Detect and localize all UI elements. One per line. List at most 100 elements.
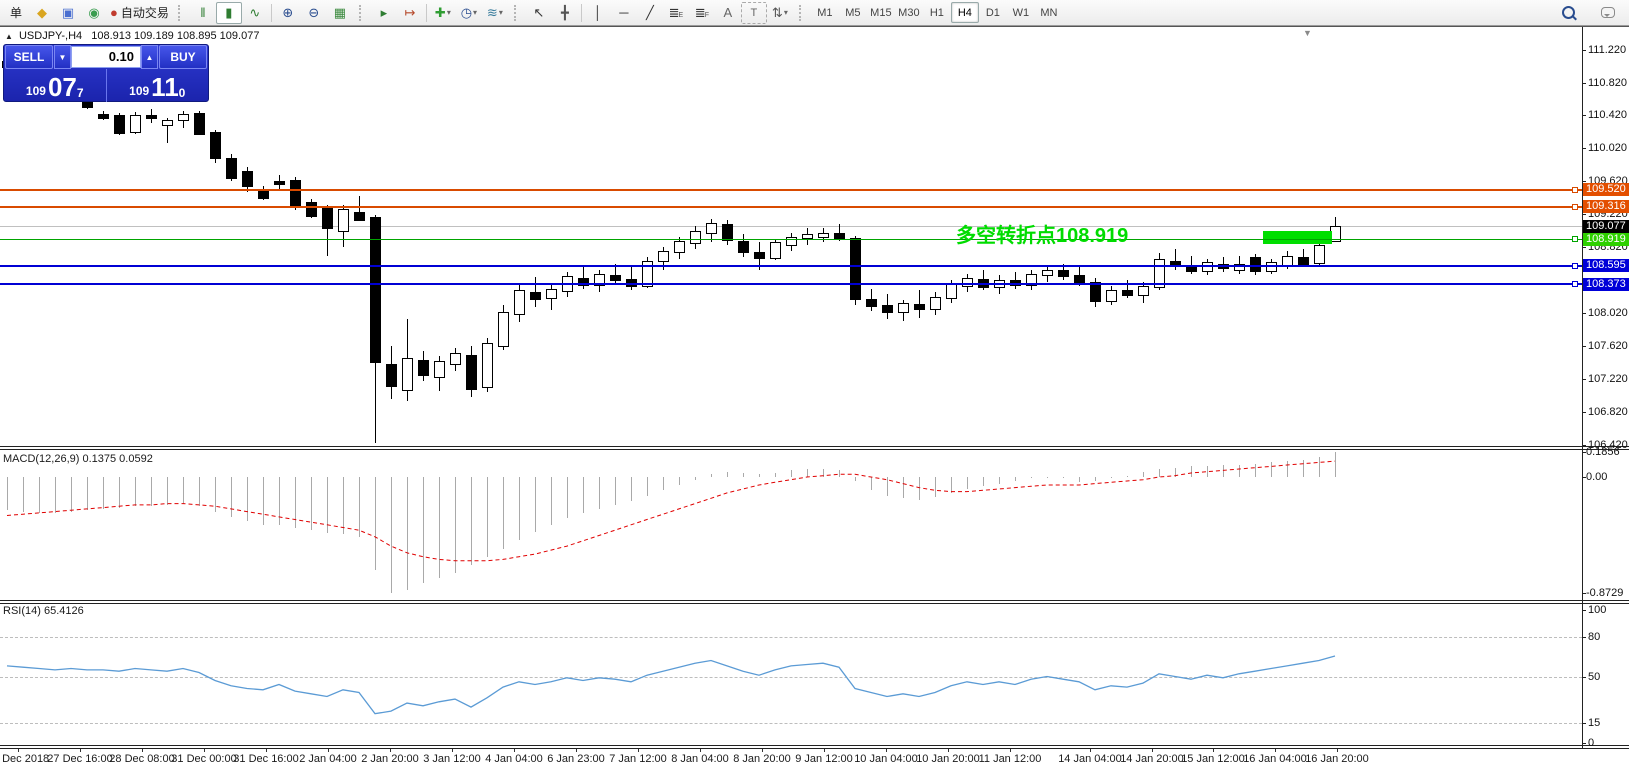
volume-decrease-button[interactable]: ▼ xyxy=(54,45,71,69)
horizontal-line-108.373 xyxy=(0,283,1582,285)
timeframe-button-M1[interactable]: M1 xyxy=(811,2,839,23)
macd-histogram-bar xyxy=(359,477,360,537)
ingot-icon[interactable]: ◆ xyxy=(29,2,55,24)
tile-windows-button[interactable]: ▦ xyxy=(327,2,353,24)
macd-label: MACD(12,26,9) 0.1375 0.0592 xyxy=(3,453,153,465)
macd-histogram-bar xyxy=(1319,457,1320,477)
pane-splitter-main-macd[interactable] xyxy=(0,446,1629,450)
zoom-in-button[interactable]: ⊕ xyxy=(275,2,301,24)
one-click-trading-panel: SELL ▼ 0.10 ▲ BUY 109077 109110 xyxy=(3,44,209,102)
price-tick-mark xyxy=(1582,379,1586,380)
rsi-level-line-50 xyxy=(0,677,1582,678)
template-button[interactable]: ≋▾ xyxy=(482,2,508,24)
price-axis-border xyxy=(1582,27,1583,749)
vertical-line-tool-button[interactable]: │ xyxy=(585,2,611,24)
text-label-tool-button[interactable]: T xyxy=(741,2,767,24)
new-order-button[interactable]: 单 xyxy=(3,2,29,24)
bar-chart-button[interactable]: ‖ xyxy=(190,2,216,24)
candle-body xyxy=(706,223,717,235)
indicator-lines xyxy=(0,0,1629,768)
terminal-window-icon[interactable]: ▣ xyxy=(55,2,81,24)
zoom-out-button[interactable]: ⊖ xyxy=(301,2,327,24)
macd-histogram-bar xyxy=(1191,466,1192,477)
cursor-tool-button[interactable]: ↖ xyxy=(526,2,552,24)
line-handle xyxy=(1572,236,1578,242)
time-tick-mark xyxy=(266,749,267,752)
periods-button[interactable]: ◷▾ xyxy=(456,2,482,24)
volume-increase-button[interactable]: ▲ xyxy=(141,45,158,69)
buy-button[interactable]: BUY xyxy=(159,45,207,69)
chat-icon[interactable] xyxy=(1595,2,1621,24)
macd-tick-label: 0.00 xyxy=(1586,471,1607,483)
volume-input[interactable]: 0.10 xyxy=(71,46,141,68)
macd-tick-label: -0.8729 xyxy=(1586,587,1623,599)
chart-ohlc-values: 108.913 109.189 108.895 109.077 xyxy=(91,30,259,42)
macd-histogram-bar xyxy=(727,472,728,477)
candle-body xyxy=(466,355,477,390)
candle-body xyxy=(1058,270,1069,277)
text-tool-button[interactable]: A xyxy=(715,2,741,24)
timeframe-button-M5[interactable]: M5 xyxy=(839,2,867,23)
add-indicator-button[interactable]: ✚▾ xyxy=(430,2,456,24)
toolbar: 单 ◆ ▣ ◉ ● 自动交易 ‖ ▮ ∿ ⊕ ⊖ ▦ ▸ ↦ ✚▾ ◷▾ ≋▾ xyxy=(0,0,1629,26)
price-tick-label: 108.020 xyxy=(1588,307,1628,319)
timeframe-button-H4[interactable]: H4 xyxy=(951,2,979,23)
price-line-label-109.520: 109.520 xyxy=(1583,183,1629,196)
time-tick-label: 11 Jan 12:00 xyxy=(965,753,1055,765)
price-tick-mark xyxy=(1582,214,1586,215)
candle-body xyxy=(1042,270,1053,276)
sell-price[interactable]: 109077 xyxy=(4,69,107,102)
macd-histogram-bar xyxy=(327,477,328,533)
fibonacci-tool-button[interactable]: ≣F xyxy=(689,2,715,24)
channel-tool-button[interactable]: ≣E xyxy=(663,2,689,24)
chart-shift-button[interactable]: ↦ xyxy=(397,2,423,24)
candle-body xyxy=(482,343,493,388)
time-tick-mark xyxy=(328,749,329,752)
timeframe-button-H1[interactable]: H1 xyxy=(923,2,951,23)
autotrade-button[interactable]: ● 自动交易 xyxy=(107,2,172,24)
timeframe-button-MN[interactable]: MN xyxy=(1035,2,1063,23)
line-chart-button[interactable]: ∿ xyxy=(242,2,268,24)
horizontal-line-tool-button[interactable]: ─ xyxy=(611,2,637,24)
timeframe-button-D1[interactable]: D1 xyxy=(979,2,1007,23)
time-tick-mark xyxy=(638,749,639,752)
candlestick-chart-button[interactable]: ▮ xyxy=(216,2,242,24)
macd-histogram-bar xyxy=(1063,477,1064,478)
candle-body xyxy=(690,231,701,245)
autotrade-icon: ● xyxy=(110,3,118,23)
collapse-panel-icon[interactable]: ▲ xyxy=(5,32,13,41)
price-tick-mark xyxy=(1582,313,1586,314)
price-line-label-108.595: 108.595 xyxy=(1583,259,1629,272)
time-tick-mark xyxy=(142,749,143,752)
signal-icon[interactable]: ◉ xyxy=(81,2,107,24)
macd-histogram-bar xyxy=(87,477,88,510)
macd-histogram-bar xyxy=(1255,464,1256,477)
trendline-tool-button[interactable]: ╱ xyxy=(637,2,663,24)
timeframe-button-M30[interactable]: M30 xyxy=(895,2,923,23)
timeframe-button-W1[interactable]: W1 xyxy=(1007,2,1035,23)
candle-body xyxy=(930,297,941,311)
arrow-objects-button[interactable]: ⇅▾ xyxy=(767,2,793,24)
candle-body xyxy=(914,304,925,310)
macd-histogram-bar xyxy=(391,477,392,593)
time-tick-mark xyxy=(204,749,205,752)
macd-histogram-bar xyxy=(871,477,872,490)
chart-shift-marker-icon[interactable]: ▼ xyxy=(1303,28,1312,38)
candle-body xyxy=(1122,290,1133,296)
turning-point-annotation[interactable]: 多空转折点108.919 xyxy=(956,219,1128,248)
time-tick-mark xyxy=(18,749,19,752)
timeframe-button-M15[interactable]: M15 xyxy=(867,2,895,23)
horizontal-line-108.919 xyxy=(0,239,1582,240)
search-icon[interactable] xyxy=(1555,2,1581,24)
auto-scroll-button[interactable]: ▸ xyxy=(371,2,397,24)
buy-price[interactable]: 109110 xyxy=(107,69,209,102)
sell-button[interactable]: SELL xyxy=(5,45,53,69)
crosshair-tool-button[interactable]: ╋ xyxy=(552,2,578,24)
macd-histogram-bar xyxy=(311,477,312,530)
pane-splitter-macd-rsi[interactable] xyxy=(0,600,1629,604)
toolbar-group-right xyxy=(1552,0,1629,25)
green-zone-rectangle[interactable] xyxy=(1263,231,1332,244)
candle-body xyxy=(226,158,237,180)
pane-splitter-rsi-timeaxis[interactable] xyxy=(0,745,1629,749)
macd-histogram-bar xyxy=(151,477,152,506)
